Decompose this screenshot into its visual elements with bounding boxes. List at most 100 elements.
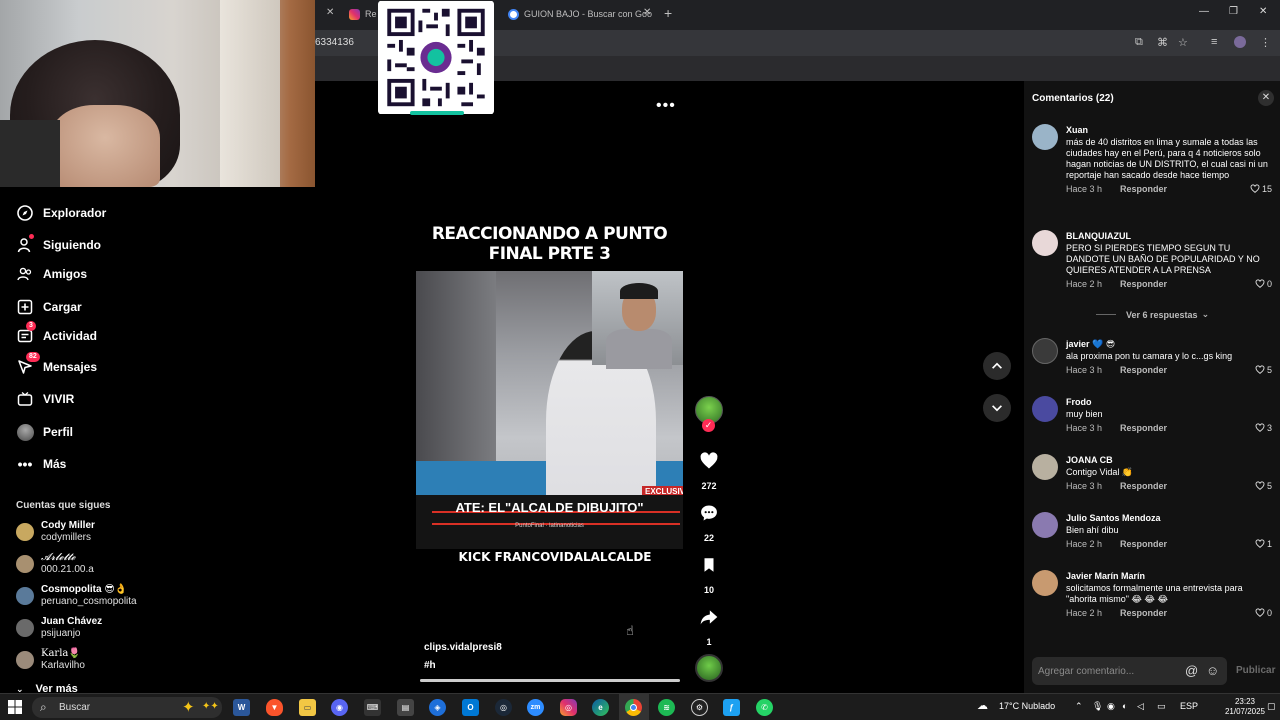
close-comments-button[interactable]: ✕ bbox=[1258, 90, 1274, 106]
next-video-button[interactable] bbox=[983, 394, 1011, 422]
nav-explorador[interactable]: Explorador bbox=[16, 203, 106, 223]
comment-avatar[interactable] bbox=[1032, 396, 1058, 422]
save-button[interactable] bbox=[697, 553, 721, 577]
music-disc-avatar[interactable] bbox=[695, 654, 723, 682]
comment-user[interactable]: javier 💙 😎 bbox=[1066, 338, 1272, 350]
reply-button[interactable]: Responder bbox=[1120, 423, 1167, 433]
minimize-icon[interactable]: — bbox=[1199, 6, 1209, 17]
nav-mensajes[interactable]: 82 Mensajes bbox=[16, 352, 97, 377]
comment-avatar[interactable] bbox=[1032, 570, 1058, 596]
nav-amigos[interactable]: Amigos bbox=[16, 264, 87, 284]
maximize-icon[interactable]: ❐ bbox=[1229, 6, 1238, 17]
reply-button[interactable]: Responder bbox=[1120, 365, 1167, 375]
profile-avatar[interactable] bbox=[1234, 36, 1246, 48]
outlook-app-icon[interactable]: O bbox=[462, 699, 479, 716]
reply-button[interactable]: Responder bbox=[1120, 539, 1167, 549]
follow-check-icon[interactable]: ✓ bbox=[702, 419, 715, 432]
following-account[interactable]: Juan Chávez psijuanjo bbox=[16, 616, 102, 640]
taskbar-search[interactable]: ⌕ Buscar ✦ ✦✦ bbox=[32, 697, 222, 718]
comment-user[interactable]: Frodo bbox=[1066, 396, 1272, 408]
comment-like-button[interactable]: 15 bbox=[1250, 184, 1272, 194]
app-tray-icon[interactable]: ◐ bbox=[1122, 701, 1127, 711]
nav-siguiendo[interactable]: Siguiendo bbox=[16, 234, 101, 255]
publish-button[interactable]: Publicar bbox=[1236, 665, 1275, 676]
comment-button[interactable] bbox=[697, 501, 721, 525]
nav-perfil[interactable]: Perfil bbox=[16, 422, 73, 442]
reply-button[interactable]: Responder bbox=[1120, 481, 1167, 491]
tab-close-icon[interactable]: ✕ bbox=[643, 7, 651, 18]
windows-start-icon[interactable] bbox=[8, 700, 22, 714]
comment-like-button[interactable]: 5 bbox=[1255, 481, 1272, 491]
tab-google-search[interactable]: GUION BAJO - Buscar con Goo bbox=[508, 3, 652, 25]
comment-like-button[interactable]: 1 bbox=[1255, 539, 1272, 549]
video-author[interactable]: clips.vidalpresi8 bbox=[424, 642, 502, 653]
see-replies-button[interactable]: Ver 6 respuestas ⌄ bbox=[1096, 309, 1209, 320]
previous-video-button[interactable] bbox=[983, 352, 1011, 380]
comment-like-button[interactable]: 0 bbox=[1255, 279, 1272, 289]
reply-button[interactable]: Responder bbox=[1120, 184, 1167, 194]
video-progress-bar[interactable] bbox=[420, 679, 680, 682]
cast-icon[interactable]: ⧉ bbox=[1135, 36, 1143, 49]
following-account[interactable]: Cosmopolita 😎👌 peruano_cosmopolita bbox=[16, 584, 137, 608]
emoji-icon[interactable]: ☺ bbox=[1206, 663, 1219, 678]
comment-like-button[interactable]: 5 bbox=[1255, 365, 1272, 375]
nav-mas[interactable]: ••• Más bbox=[16, 454, 67, 474]
comment-avatar[interactable] bbox=[1032, 124, 1058, 150]
notification-icon[interactable]: ▢ bbox=[1267, 701, 1276, 712]
comment-avatar[interactable] bbox=[1032, 454, 1058, 480]
brave-app-icon[interactable]: ▼ bbox=[266, 699, 283, 716]
bookmark-star-icon[interactable]: ☆ bbox=[1178, 36, 1188, 49]
comment-avatar[interactable] bbox=[1032, 512, 1058, 538]
comment-user[interactable]: BLANQUIAZUL bbox=[1066, 230, 1272, 242]
mention-icon[interactable]: @ bbox=[1185, 663, 1198, 678]
comment-user[interactable]: Xuan bbox=[1066, 124, 1272, 136]
steam-app-icon[interactable]: ◎ bbox=[495, 699, 512, 716]
network-icon[interactable]: ▭ bbox=[1157, 701, 1166, 712]
comment-user[interactable]: Julio Santos Mendoza bbox=[1066, 512, 1272, 524]
edge-app-icon[interactable]: e bbox=[592, 699, 609, 716]
zoom-app-icon[interactable]: zm bbox=[527, 699, 544, 716]
comment-input[interactable] bbox=[1038, 661, 1178, 681]
new-tab-button[interactable]: + bbox=[664, 5, 672, 21]
system-clock[interactable]: 23:23 21/07/2025 bbox=[1222, 697, 1268, 717]
word-app-icon[interactable]: W bbox=[233, 699, 250, 716]
app-icon[interactable]: ƒ bbox=[723, 699, 740, 716]
mic-icon[interactable]: 🎙 bbox=[1092, 701, 1103, 712]
more-options-icon[interactable]: ••• bbox=[656, 97, 676, 115]
following-account[interactable]: Karla🌷 Karlavilho bbox=[16, 648, 85, 672]
app-tray-icon[interactable]: ◉ bbox=[1107, 701, 1115, 712]
nav-cargar[interactable]: Cargar bbox=[16, 297, 82, 317]
comment-like-button[interactable]: 0 bbox=[1255, 608, 1272, 618]
whatsapp-app-icon[interactable]: ✆ bbox=[756, 699, 773, 716]
like-button[interactable] bbox=[697, 449, 721, 473]
weather-text[interactable]: 17°C Nublado bbox=[999, 701, 1055, 711]
chrome-app-icon[interactable] bbox=[625, 699, 642, 716]
comment-like-button[interactable]: 3 bbox=[1255, 423, 1272, 433]
language-indicator[interactable]: ESP bbox=[1180, 701, 1198, 711]
video-hashtag[interactable]: #h bbox=[424, 660, 436, 671]
spotify-app-icon[interactable]: ≋ bbox=[658, 699, 675, 716]
share-button[interactable] bbox=[697, 605, 721, 629]
translate-icon[interactable]: ⌘ bbox=[1157, 36, 1168, 49]
app-icon[interactable]: ◈ bbox=[429, 699, 446, 716]
reading-list-icon[interactable]: ≡ bbox=[1211, 36, 1217, 48]
comment-user[interactable]: Javier Marín Marín bbox=[1066, 570, 1272, 582]
tab-instagram[interactable]: Re bbox=[349, 3, 377, 25]
terminal-app-icon[interactable]: ⌨ bbox=[364, 699, 381, 716]
store-app-icon[interactable]: ▤ bbox=[397, 699, 414, 716]
nav-actividad[interactable]: 3 Actividad bbox=[16, 321, 97, 346]
following-account[interactable]: 𝓐𝓻𝓵𝓮𝓽𝓽𝓮 000.21.00.a bbox=[16, 552, 94, 576]
app-icon[interactable]: ⚙ bbox=[691, 699, 708, 716]
comment-avatar[interactable] bbox=[1032, 230, 1058, 256]
discord-app-icon[interactable]: ◉ bbox=[331, 699, 348, 716]
nav-vivir[interactable]: VIVIR bbox=[16, 389, 74, 409]
tab-close-icon[interactable]: ✕ bbox=[326, 7, 334, 18]
window-close-icon[interactable]: ✕ bbox=[1259, 6, 1267, 17]
instagram-app-icon[interactable]: ◎ bbox=[560, 699, 577, 716]
comment-avatar[interactable] bbox=[1032, 338, 1058, 364]
video-player[interactable]: EXCLUSIV ATE: EL"ALCALDE DIBUJITO" Punto… bbox=[416, 271, 683, 549]
reply-button[interactable]: Responder bbox=[1120, 279, 1167, 289]
file-explorer-icon[interactable]: ▭ bbox=[299, 699, 316, 716]
speaker-icon[interactable]: ◁ bbox=[1137, 701, 1144, 712]
browser-menu-icon[interactable]: ⋮ bbox=[1260, 36, 1271, 49]
